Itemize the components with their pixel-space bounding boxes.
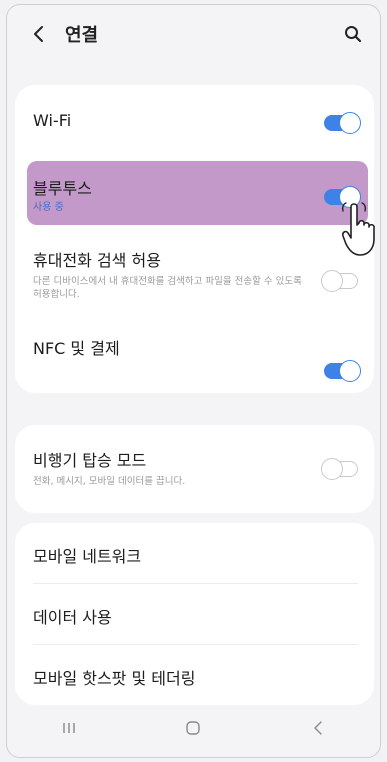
search-button[interactable] [340, 21, 366, 47]
page-title: 연결 [65, 25, 99, 46]
wifi-label: Wi-Fi [33, 111, 72, 130]
mobile-network-label: 모바일 네트워크 [33, 547, 142, 566]
airplane-card: 비행기 탑승 모드 전화, 메시지, 모바일 데이터를 끕니다. [15, 425, 374, 513]
recents-button[interactable] [39, 708, 99, 748]
back-button[interactable] [25, 19, 53, 49]
app-header: 연결 [7, 5, 380, 65]
phone-visibility-row[interactable]: 휴대전화 검색 허용 다른 디바이스에서 내 휴대전화를 검색하고 파일을 전송… [15, 229, 374, 317]
mobile-network-row[interactable]: 모바일 네트워크 [15, 523, 374, 583]
phone-visibility-label: 휴대전화 검색 허용 [33, 251, 161, 270]
phone-visibility-toggle[interactable] [321, 270, 358, 292]
chevron-left-icon [34, 26, 43, 42]
bluetooth-label: 블루투스 [33, 179, 92, 198]
airplane-label: 비행기 탑승 모드 [33, 451, 147, 470]
wifi-toggle[interactable] [324, 112, 361, 134]
wifi-row[interactable]: Wi-Fi [15, 85, 374, 157]
system-navbar [7, 699, 380, 757]
bluetooth-status: 사용 중 [33, 202, 64, 213]
nav-back-button[interactable] [288, 708, 348, 748]
airplane-description: 전화, 메시지, 모바일 데이터를 끕니다. [33, 476, 186, 487]
hand-pointer-icon [341, 202, 375, 256]
recent-apps-icon [63, 723, 75, 733]
back-icon [314, 721, 322, 735]
search-icon [345, 26, 362, 43]
airplane-toggle[interactable] [321, 458, 358, 480]
airplane-row[interactable]: 비행기 탑승 모드 전화, 메시지, 모바일 데이터를 끕니다. [15, 425, 374, 513]
nfc-row[interactable]: NFC 및 결제 [15, 317, 374, 393]
hotspot-label: 모바일 핫스팟 및 테더링 [33, 669, 196, 688]
nfc-toggle[interactable] [324, 360, 361, 382]
home-button[interactable] [163, 708, 223, 748]
settings-screen: 연결 Wi-Fi 블루투스 사용 중 휴대전화 검색 허용 다른 디바이스에서 … [6, 4, 381, 758]
data-usage-row[interactable]: 데이터 사용 [15, 584, 374, 644]
data-usage-label: 데이터 사용 [33, 608, 112, 627]
bluetooth-row[interactable]: 블루투스 사용 중 [15, 157, 374, 229]
phone-visibility-description: 다른 디바이스에서 내 휴대전화를 검색하고 파일을 전송할 수 있도록 허용합… [33, 276, 302, 300]
nfc-label: NFC 및 결제 [33, 339, 120, 358]
home-icon [186, 721, 201, 735]
connections-card: Wi-Fi 블루투스 사용 중 휴대전화 검색 허용 다른 디바이스에서 내 휴… [15, 85, 375, 393]
network-card: 모바일 네트워크 데이터 사용 모바일 핫스팟 및 테더링 [15, 523, 374, 705]
hotspot-row[interactable]: 모바일 핫스팟 및 테더링 [15, 645, 374, 705]
